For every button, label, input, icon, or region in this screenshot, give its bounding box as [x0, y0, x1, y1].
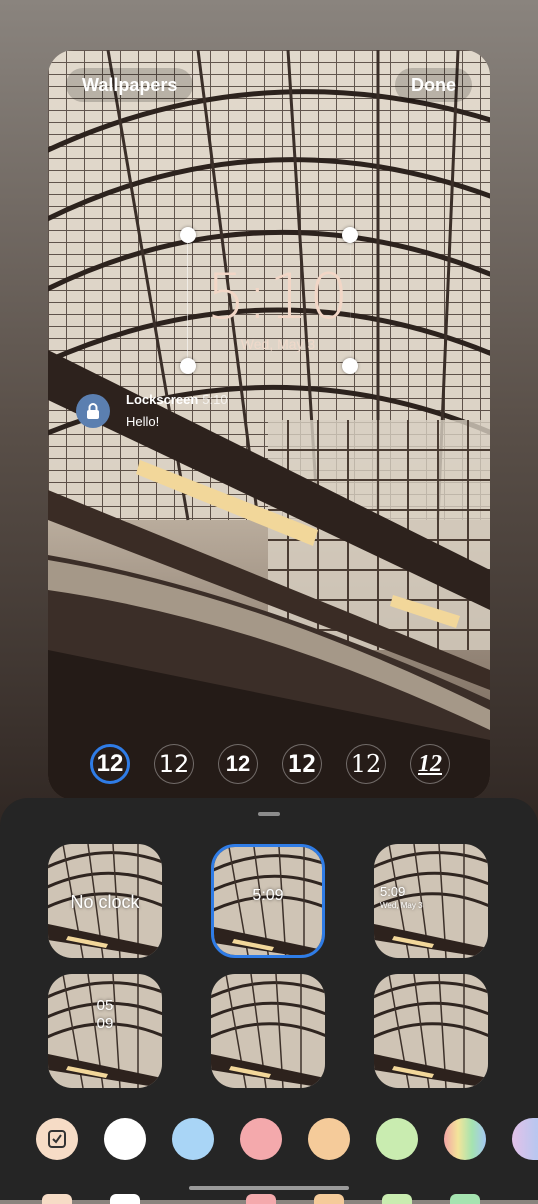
clock-style-1[interactable]: 12	[90, 744, 130, 784]
color-swatch-lavender[interactable]	[512, 1118, 538, 1160]
partial-swatch	[382, 1194, 412, 1204]
sheet-grabber[interactable]	[258, 812, 280, 816]
partial-swatch	[246, 1194, 276, 1204]
clock-style-2[interactable]: 12	[154, 744, 194, 784]
clock-style-4[interactable]: 12	[282, 744, 322, 784]
color-swatch-pink[interactable]	[240, 1118, 282, 1160]
resize-handle-bottom-right[interactable]	[342, 358, 358, 374]
layout-clock-time: 5:09	[252, 887, 284, 904]
no-clock-label: No clock	[70, 892, 140, 912]
wallpaper-preview: Wallpapers Done 5:10 Wed, May 3 Lockscre…	[48, 50, 490, 800]
partial-swatch	[110, 1194, 140, 1204]
layout-thumbnail-photo	[374, 974, 488, 1088]
clock-style-6[interactable]: 12	[410, 744, 450, 784]
color-swatch-white[interactable]	[104, 1118, 146, 1160]
lockscreen-date: Wed, May 3	[240, 336, 316, 352]
notification-app: Lockscreen	[126, 392, 199, 407]
color-swatch-blue[interactable]	[172, 1118, 214, 1160]
clock-style-5[interactable]: 12	[346, 744, 386, 784]
clock-style-3[interactable]: 12	[218, 744, 258, 784]
clock-color-row	[36, 1118, 538, 1162]
done-button[interactable]: Done	[395, 68, 472, 102]
layout-clock-date: Wed, May 3	[380, 901, 423, 910]
layout-clock-minute: 09	[96, 1015, 114, 1032]
clock-layout-left[interactable]: 5:09 Wed, May 3	[374, 844, 488, 958]
resize-handle-top-left[interactable]	[180, 227, 196, 243]
notification-title: Lockscreen 5:10	[126, 392, 228, 407]
partial-swatch-row	[0, 1190, 538, 1204]
wallpapers-button[interactable]: Wallpapers	[66, 68, 194, 102]
clock-layout-6[interactable]	[374, 974, 488, 1088]
lock-icon	[76, 394, 110, 428]
color-picker-icon[interactable]	[36, 1118, 78, 1160]
clock-layout-5[interactable]	[211, 974, 325, 1088]
station-roof-photo	[48, 50, 490, 800]
layout-clock-hour: 05	[96, 997, 114, 1014]
layout-clock-time: 5:09	[380, 884, 406, 899]
color-swatch-green[interactable]	[376, 1118, 418, 1160]
partial-swatch	[314, 1194, 344, 1204]
partial-swatch	[42, 1194, 72, 1204]
clock-layout-stacked[interactable]: 05 09	[48, 974, 162, 1088]
notification-message: Hello!	[126, 414, 160, 429]
clock-layout-none[interactable]: No clock	[48, 844, 162, 958]
color-swatch-rainbow[interactable]	[444, 1118, 486, 1160]
layout-thumbnail-photo	[211, 974, 325, 1088]
resize-handle-top-right[interactable]	[342, 227, 358, 243]
color-swatch-peach[interactable]	[308, 1118, 350, 1160]
partial-swatch	[450, 1194, 480, 1204]
lockscreen-clock[interactable]: 5:10	[198, 260, 358, 333]
resize-handle-bottom-left[interactable]	[180, 358, 196, 374]
notification-time: 5:10	[202, 392, 228, 407]
clock-style-row: 12 12 12 12 12 12	[90, 744, 450, 786]
clock-layout-centered[interactable]: 5:09	[211, 844, 325, 958]
